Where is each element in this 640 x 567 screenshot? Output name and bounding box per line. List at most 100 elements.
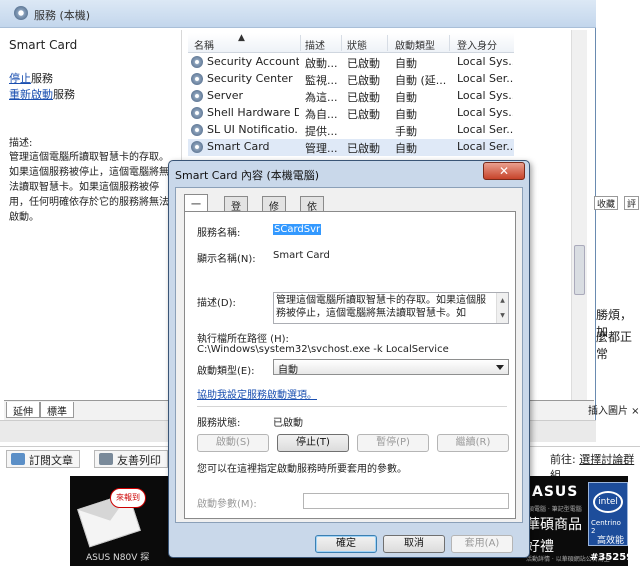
intel-badge: intel Centrino 2 高效能	[588, 482, 628, 546]
start-params-hint: 您可以在這裡指定啟動服務時所要套用的參數。	[197, 464, 407, 475]
service-row-name: Security Center	[207, 72, 293, 85]
service-row-description: 為這...	[305, 91, 338, 104]
service-description: 管理這個電腦所讀取智慧卡的存取。如果這個服務被停止，這個電腦將無法讀取智慧卡。如…	[9, 152, 169, 223]
exe-path-value: C:\Windows\system32\svchost.exe -k Local…	[197, 344, 449, 355]
service-row-startup: 自動	[395, 142, 417, 155]
gear-icon	[14, 6, 28, 20]
column-header-logon[interactable]: 登入身分	[457, 37, 497, 52]
cancel-button[interactable]: 取消	[383, 535, 445, 553]
post-text-fragment: 麼都正常	[596, 330, 633, 361]
dialog-body: 一般 登入 修復 依存性 服務名稱: SCardSvr 顯示名稱(N): Sma…	[175, 187, 523, 523]
tab-extended[interactable]: 延伸	[6, 402, 40, 418]
service-row-startup: 自動	[395, 91, 417, 104]
startup-type-value: 自動	[278, 365, 298, 376]
subscribe-button[interactable]: 訂閱文章	[6, 450, 80, 468]
resume-button[interactable]: 繼續(R)	[437, 434, 509, 452]
restart-service-link[interactable]: 重新啟動	[9, 88, 53, 101]
service-row[interactable]: Security Account... 啟動... 已啟動 自動 Local S…	[188, 54, 514, 71]
exe-path-label: 執行檔所在路徑 (H):	[197, 334, 289, 345]
services-scrollbar[interactable]	[571, 30, 587, 400]
column-header-description[interactable]: 描述	[305, 37, 325, 52]
general-tab-panel: 服務名稱: SCardSvr 顯示名稱(N): Smart Card 描述(D)…	[184, 211, 516, 519]
start-params-label: 啟動參數(M):	[197, 499, 257, 510]
column-separator[interactable]	[341, 35, 342, 51]
asus-tagline: 華碩電腦 · 筆記型電腦	[522, 506, 582, 513]
service-row[interactable]: SL UI Notificatio... 提供... 手動 Local Ser.…	[188, 122, 514, 139]
subscribe-label: 訂閱文章	[29, 454, 73, 467]
service-row-name: SL UI Notificatio...	[207, 123, 299, 136]
pause-button[interactable]: 暫停(P)	[357, 434, 429, 452]
service-row-logon: Local Ser...	[457, 123, 513, 136]
service-row-description: 啟動...	[305, 57, 338, 70]
description-field[interactable]: 管理這個電腦所讀取智慧卡的存取。如果這個服務被停止，這個電腦將無法讀取智慧卡。如…	[273, 292, 509, 324]
banner-headline-2: 好禮	[526, 539, 554, 555]
bookmark-tag[interactable]: 收藏	[594, 196, 619, 210]
description-label: 描述(D):	[197, 298, 236, 309]
banner-model-text: ASUS N80V 探	[86, 553, 150, 563]
service-gear-icon	[191, 56, 203, 68]
description-scrollbar[interactable]: ▲ ▼	[496, 293, 508, 323]
service-row-description: 監視...	[305, 74, 338, 87]
tab-dependencies[interactable]: 依存性	[300, 196, 324, 243]
service-row-status: 已啟動	[347, 91, 380, 104]
service-row-startup: 手動	[395, 125, 417, 138]
startup-type-label: 啟動類型(E):	[197, 366, 255, 377]
banner-headline: 華碩商品	[526, 517, 582, 533]
service-row[interactable]: Security Center 監視... 已啟動 自動 (延... Local…	[188, 71, 514, 88]
tab-logon[interactable]: 登入	[224, 196, 248, 228]
service-row-logon: Local Sys...	[457, 55, 513, 68]
intel-logo: intel	[593, 491, 623, 513]
print-button[interactable]: 友善列印	[94, 450, 168, 468]
service-row-status: 已啟動	[347, 74, 380, 87]
stop-service-action: 停止服務	[9, 70, 53, 86]
service-row-logon: Local Sys...	[457, 89, 513, 102]
column-header-name[interactable]: 名稱	[194, 37, 214, 52]
description-text: 管理這個電腦所讀取智慧卡的存取。如果這個服務被停止，這個電腦將無法讀取智慧卡。如	[276, 295, 486, 319]
start-button[interactable]: 啟動(S)	[197, 434, 269, 452]
stop-service-link[interactable]: 停止	[9, 72, 31, 85]
service-row[interactable]: Shell Hardware D... 為自... 已啟動 自動 Local S…	[188, 105, 514, 122]
rss-icon	[11, 453, 25, 465]
start-params-input[interactable]	[303, 493, 509, 509]
service-row-name: Shell Hardware D...	[207, 106, 299, 119]
column-separator[interactable]	[449, 35, 450, 51]
tab-recovery[interactable]: 修復	[262, 196, 286, 228]
service-row[interactable]: Server 為這... 已啟動 自動 Local Sys...	[188, 88, 514, 105]
service-detail-panel: Smart Card 停止服務 重新啟動服務 描述: 管理這個電腦所讀取智慧卡的…	[4, 30, 182, 400]
column-separator[interactable]	[387, 35, 388, 51]
column-header-status[interactable]: 狀態	[347, 37, 367, 52]
service-row-name: Server	[207, 89, 244, 102]
nav-prefix: 前往:	[550, 453, 576, 466]
service-row-name: Security Account...	[207, 55, 299, 68]
service-gear-icon	[191, 107, 203, 119]
selected-service-name: Smart Card	[9, 38, 78, 52]
startup-help-link[interactable]: 協助我設定服務啟動選項。	[197, 386, 317, 401]
service-row-startup: 自動	[395, 108, 417, 121]
column-separator[interactable]	[300, 35, 301, 51]
service-gear-icon	[191, 90, 203, 102]
column-header-startup-type[interactable]: 啟動類型	[395, 37, 435, 52]
service-name-value[interactable]: SCardSvr	[273, 224, 322, 235]
display-name-value[interactable]: Smart Card	[273, 250, 330, 261]
service-row-selected[interactable]: Smart Card 管理... 已啟動 自動 Local Ser...	[188, 139, 514, 156]
rate-tag[interactable]: 評	[624, 196, 640, 210]
restart-service-suffix: 服務	[53, 88, 75, 101]
scrollbar-thumb[interactable]	[574, 245, 585, 295]
services-list-header: 名稱 ▲ 描述 狀態 啟動類型 登入身分	[188, 33, 514, 53]
print-label: 友善列印	[117, 454, 161, 467]
service-row-description: 管理...	[305, 142, 338, 155]
apply-button[interactable]: 套用(A)	[451, 535, 513, 553]
service-row-startup: 自動	[395, 57, 417, 70]
stop-button[interactable]: 停止(T)	[277, 434, 349, 452]
tab-standard[interactable]: 標準	[40, 402, 74, 418]
startup-type-select[interactable]: 自動	[273, 359, 509, 376]
display-name-label: 顯示名稱(N):	[197, 254, 256, 265]
chevron-down-icon	[496, 365, 504, 370]
service-status-label: 服務狀態:	[197, 418, 241, 429]
insert-image-button[interactable]: 插入圖片 ×	[588, 402, 640, 417]
stop-service-suffix: 服務	[31, 72, 53, 85]
close-button[interactable]: ✕	[483, 162, 525, 180]
service-row-name: Smart Card	[207, 140, 270, 153]
watermark-id: #352591	[590, 552, 640, 563]
ok-button[interactable]: 確定	[315, 535, 377, 553]
